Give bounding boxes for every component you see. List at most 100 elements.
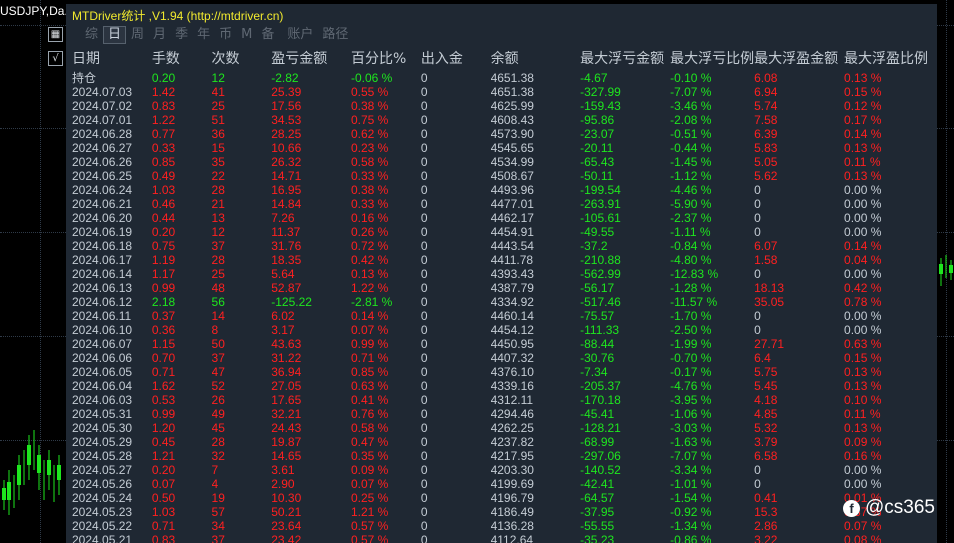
cell-ddpct: -7.07 % (670, 85, 712, 99)
cell-count: 36 (211, 127, 225, 141)
column-header[interactable]: 余额 (491, 45, 581, 71)
tab-8[interactable]: 备 (257, 26, 278, 44)
cell-pct: 0.75 % (350, 113, 389, 127)
table-row: 2024.05.30 1.20 45 24.43 0.58 % 0 4262.25 -128.… (72, 421, 937, 435)
cell-ddamt: -562.99 (580, 267, 621, 281)
check-icon[interactable]: √ (48, 51, 63, 66)
cell-date: 2024.05.23 (72, 505, 133, 519)
cell-dep: 0 (420, 155, 428, 169)
table-row: 2024.06.05 0.71 47 36.94 0.85 % 0 4376.10 -7.34… (72, 365, 937, 379)
column-header[interactable]: 最大浮盈比例 (844, 45, 937, 71)
tab-10[interactable]: 路径 (318, 26, 352, 44)
window-icon[interactable]: ▦ (48, 27, 63, 42)
column-header[interactable]: 次数 (212, 45, 272, 71)
cell-ddamt: -37.95 (580, 505, 615, 519)
cell-ddamt: -56.17 (580, 281, 615, 295)
cell-dep: 0 (420, 85, 428, 99)
cell-bal: 4651.38 (490, 85, 534, 99)
column-header[interactable]: 最大浮亏比例 (670, 45, 754, 71)
cell-pct: 0.41 % (350, 393, 389, 407)
cell-ddamt: -95.86 (580, 113, 615, 127)
tab-2[interactable]: 周 (127, 26, 148, 44)
cell-date: 2024.06.17 (72, 253, 133, 267)
cell-lots: 0.36 (151, 323, 176, 337)
column-header[interactable]: 最大浮亏金额 (580, 45, 670, 71)
cell-pct: 0.35 % (350, 449, 389, 463)
cell-date: 2024.06.04 (72, 379, 133, 393)
cell-fpamt: 5.05 (754, 155, 778, 169)
cell-fpamt: 1.58 (754, 253, 778, 267)
column-header[interactable]: 手数 (152, 45, 212, 71)
table-row: 2024.05.28 1.21 32 14.65 0.35 % 0 4217.95 -297.… (72, 449, 937, 463)
cell-pnl: 14.71 (271, 169, 302, 183)
tab-5[interactable]: 年 (193, 26, 214, 44)
column-header[interactable]: 最大浮盈金额 (754, 45, 844, 71)
cell-count: 4 (211, 477, 219, 491)
cell-fpamt: 5.74 (754, 99, 778, 113)
cell-dep: 0 (420, 239, 428, 253)
cell-pnl: 2.90 (271, 477, 295, 491)
cell-fpamt: 0 (754, 309, 761, 323)
cell-pct: 0.14 % (350, 309, 389, 323)
cell-dep: 0 (420, 351, 428, 365)
table-row: 2024.05.31 0.99 49 32.21 0.76 % 0 4294.46 -45.4… (72, 407, 937, 421)
cell-ddamt: -7.34 (580, 365, 608, 379)
column-header[interactable]: 日期 (72, 45, 152, 71)
cell-fppct: 0.00 % (844, 211, 882, 225)
cell-dep: 0 (420, 491, 428, 505)
cell-pnl: 26.32 (271, 155, 302, 169)
cell-fpamt: 27.71 (754, 337, 785, 351)
cell-count: 51 (211, 113, 225, 127)
tab-9[interactable]: 账户 (283, 26, 317, 44)
cell-fppct: 0.14 % (844, 239, 882, 253)
facebook-icon: f (843, 499, 860, 517)
cell-bal: 4462.17 (490, 211, 534, 225)
cell-count: 34 (211, 519, 225, 533)
cell-count: 26 (211, 393, 225, 407)
cell-ddamt: -128.21 (580, 421, 621, 435)
table-row: 2024.06.24 1.03 28 16.95 0.38 % 0 4493.96 -199.… (72, 183, 937, 197)
column-header[interactable]: 百分比% (351, 45, 421, 71)
cell-dep: 0 (420, 533, 428, 543)
cell-bal: 4625.99 (490, 99, 534, 113)
cell-fpamt: 0.41 (754, 491, 778, 505)
cell-fppct: 0.13 % (844, 141, 882, 155)
cell-ddamt: -37.2 (580, 239, 608, 253)
column-header[interactable]: 盈亏金额 (271, 45, 351, 71)
cell-fppct: 0.14 % (844, 127, 882, 141)
cell-pct: -2.81 % (350, 295, 393, 309)
cell-count: 47 (211, 365, 225, 379)
tab-3[interactable]: 月 (149, 26, 170, 44)
tab-7[interactable]: M (237, 26, 256, 44)
cell-pct: 0.23 % (350, 141, 389, 155)
tab-0[interactable]: 综 (81, 26, 102, 44)
cell-bal: 4545.65 (490, 141, 534, 155)
cell-count: 22 (211, 169, 225, 183)
cell-fpamt: 7.58 (754, 113, 778, 127)
cell-pct: 0.85 % (350, 365, 389, 379)
tab-1[interactable]: 日 (103, 26, 127, 44)
cell-ddpct: -4.80 % (670, 253, 712, 267)
cell-pnl: 7.26 (271, 211, 295, 225)
cell-ddpct: -3.46 % (670, 99, 712, 113)
cell-dep: 0 (420, 253, 428, 267)
cell-date: 2024.06.24 (72, 183, 133, 197)
cell-fpamt: 18.13 (754, 281, 785, 295)
cell-date: 2024.06.11 (72, 309, 132, 323)
cell-lots: 0.70 (151, 351, 176, 365)
cell-bal: 4199.69 (490, 477, 534, 491)
cell-pct: 0.55 % (350, 85, 389, 99)
column-header[interactable]: 出入金 (421, 45, 491, 71)
cell-lots: 1.21 (151, 449, 176, 463)
cell-fppct: 0.17 % (844, 113, 882, 127)
cell-count: 37 (211, 533, 225, 543)
cell-fppct: 0.04 % (844, 253, 882, 267)
cell-ddamt: -35.23 (580, 533, 615, 543)
table-row: 2024.07.01 1.22 51 34.53 0.75 % 0 4608.43 -95.8… (72, 113, 937, 127)
tab-6[interactable]: 币 (215, 26, 236, 44)
cell-lots: 0.33 (151, 141, 176, 155)
cell-fppct: 0.15 % (844, 351, 882, 365)
cell-ddpct: -2.50 % (670, 323, 712, 337)
tab-4[interactable]: 季 (171, 26, 192, 44)
cell-ddpct: -1.54 % (670, 491, 712, 505)
